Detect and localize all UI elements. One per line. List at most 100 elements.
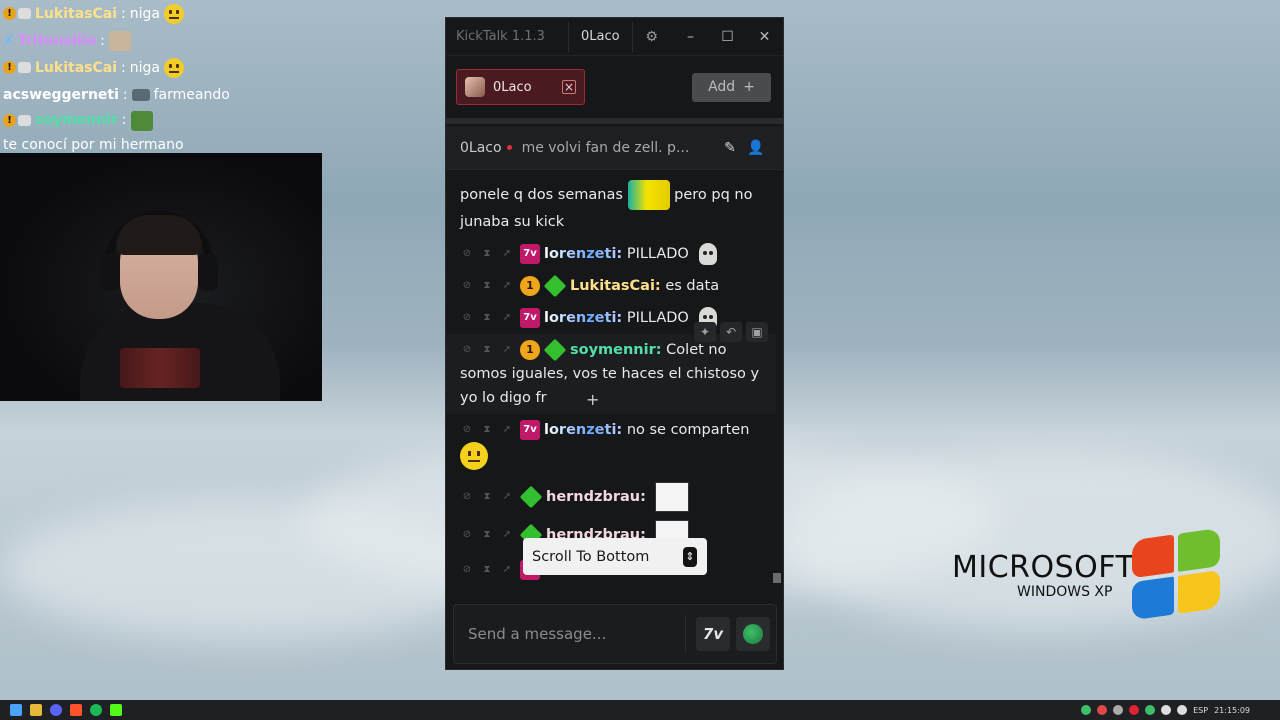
timeout-icon[interactable]: ⧗ [480, 306, 494, 330]
channel-tab[interactable]: 0Laco × [456, 69, 585, 105]
start-windows-icon[interactable] [10, 704, 22, 716]
minimize-button[interactable]: – [672, 22, 709, 52]
tray-app-icon[interactable] [1097, 705, 1108, 715]
username[interactable]: lorenzeti: [544, 422, 622, 438]
scroll-to-bottom-label: Scroll To Bottom [532, 548, 650, 565]
mod-actions: ⊘ ⧗ ➚ [460, 523, 514, 547]
tray-app-icon[interactable] [1113, 705, 1124, 715]
clock[interactable]: 21:15:09 [1214, 706, 1250, 715]
chat-header: 0Laco me volvi fan de zell. p... ✎ 👤 [446, 126, 783, 170]
username[interactable]: herndzbrau: [546, 489, 646, 505]
close-tab-icon[interactable]: × [562, 80, 576, 94]
7tv-emote-picker-button[interactable]: 7v [696, 617, 730, 651]
username[interactable]: LukitasCai: [570, 278, 661, 294]
mod-actions: ⊘ ⧗ ➚ [460, 418, 514, 442]
ban-icon[interactable]: ⊘ [460, 242, 474, 266]
delete-icon[interactable]: ➚ [500, 485, 514, 509]
header-channel-name[interactable]: 0Laco [460, 140, 502, 156]
timeout-icon[interactable]: ⧗ [480, 242, 494, 266]
chat-message[interactable]: ⊘ ⧗ ➚ 7v lorenzeti: PILLADO [446, 238, 776, 270]
ban-icon[interactable]: ⊘ [460, 274, 474, 298]
language-indicator[interactable]: ESP [1193, 706, 1208, 715]
username[interactable]: soymennir: [570, 342, 662, 358]
user-icon[interactable]: 👤 [743, 140, 769, 156]
chat-message[interactable]: ⊘ ⧗ ➚ 1 LukitasCai: es data [446, 270, 776, 302]
scrollbar-thumb[interactable] [773, 573, 781, 583]
kick-emote-picker-button[interactable] [736, 617, 770, 651]
timeout-icon[interactable]: ⧗ [480, 338, 494, 362]
timeout-icon[interactable]: ⧗ [480, 274, 494, 298]
timeout-icon[interactable]: ⧗ [480, 418, 494, 442]
message-hover-actions: ✦ ↶ ▣ [694, 322, 768, 342]
overlay-username: LukitasCai [35, 5, 117, 22]
discord-icon[interactable] [50, 704, 62, 716]
7tv-badge-icon: 7v [520, 420, 540, 440]
ban-icon[interactable]: ⊘ [460, 338, 474, 362]
copy-icon[interactable]: ▣ [746, 322, 768, 342]
close-window-button[interactable]: ✕ [746, 22, 783, 52]
ban-icon[interactable]: ⊘ [460, 523, 474, 547]
brave-browser-icon[interactable] [70, 704, 82, 716]
tray-app-icon[interactable] [1145, 705, 1156, 715]
app-title: KickTalk 1.1.3 [456, 29, 545, 44]
overlay-username: soymennir [35, 112, 118, 128]
kicktalk-window: KickTalk 1.1.3 0Laco ⚙ – ☐ ✕ 0Laco × Add… [445, 17, 784, 670]
sword-badge-icon: ✗ [3, 32, 15, 49]
delete-icon[interactable]: ➚ [500, 558, 514, 582]
chat-message[interactable]: ✦ ↶ ▣ ⊘ ⧗ ➚ 1 soymennir: Colet no somos igua… [446, 322, 776, 414]
chat-message[interactable]: ⊘ ⧗ ➚ herndzbrau: [446, 474, 776, 516]
delete-icon[interactable]: ➚ [500, 338, 514, 362]
delete-icon[interactable]: ➚ [500, 242, 514, 266]
image-emote-icon [108, 30, 131, 51]
mouse-cursor-icon: + [586, 390, 600, 409]
wifi-icon[interactable] [1161, 705, 1172, 715]
kick-icon[interactable] [110, 704, 122, 716]
sub-badge-icon: ! [3, 7, 16, 20]
ban-icon[interactable]: ⊘ [460, 558, 474, 582]
maximize-button[interactable]: ☐ [709, 22, 746, 52]
title-bar[interactable]: KickTalk 1.1.3 0Laco ⚙ – ☐ ✕ [446, 18, 783, 56]
sub-badge-icon: ! [3, 61, 16, 74]
tray-app-icon[interactable] [1081, 705, 1092, 715]
ban-icon[interactable]: ⊘ [460, 306, 474, 330]
settings-gear-icon[interactable]: ⚙ [633, 22, 671, 52]
file-explorer-icon[interactable] [30, 704, 42, 716]
overlay-message: niga [129, 5, 160, 22]
input-divider [685, 615, 686, 653]
chat-message[interactable]: ponele q dos semanas pero pq no junaba s… [446, 176, 776, 238]
username[interactable]: lorenzeti: [544, 310, 622, 326]
delete-icon[interactable]: ➚ [500, 418, 514, 442]
message-input[interactable] [468, 625, 685, 643]
message-text: no se comparten [626, 422, 750, 438]
message-text: ponele q dos semanas [460, 187, 623, 203]
timeout-icon[interactable]: ⧗ [480, 523, 494, 547]
timeout-icon[interactable]: ⧗ [480, 558, 494, 582]
ban-icon[interactable]: ⊘ [460, 485, 474, 509]
chat-message[interactable]: ⊘ ⧗ ➚ 7v lorenzeti: no se comparten [446, 414, 776, 474]
windows-flag-icon [1132, 527, 1222, 625]
timeout-icon[interactable]: ⧗ [480, 485, 494, 509]
username[interactable]: lorenzeti: [544, 246, 622, 262]
active-account-label[interactable]: 0Laco [568, 21, 633, 52]
delete-icon[interactable]: ➚ [500, 523, 514, 547]
ban-icon[interactable]: ⊘ [460, 418, 474, 442]
gem-badge-icon [543, 338, 567, 362]
delete-icon[interactable]: ➚ [500, 274, 514, 298]
chat-badge-icon [18, 115, 31, 126]
add-label: Add [708, 79, 736, 95]
reply-icon[interactable]: ↶ [720, 322, 742, 342]
overlay-chat-line: acsweggerneti: farmeando [3, 86, 230, 103]
mod-actions: ⊘ ⧗ ➚ [460, 485, 514, 509]
scroll-to-bottom-button[interactable]: Scroll To Bottom ⇕ [523, 538, 707, 575]
add-channel-button[interactable]: Add + [692, 72, 771, 102]
overlay-username: Tritonsillo [17, 32, 97, 49]
headset-earcup [198, 253, 218, 291]
pin-message-icon[interactable]: ✦ [694, 322, 716, 342]
pin-icon[interactable]: ✎ [717, 140, 743, 156]
delete-icon[interactable]: ➚ [500, 306, 514, 330]
tray-app-icon[interactable] [1129, 705, 1140, 715]
spotify-icon[interactable] [90, 704, 102, 716]
farm-emote-icon [131, 88, 150, 101]
volume-icon[interactable] [1177, 705, 1188, 715]
skull-emote-icon [698, 243, 717, 265]
